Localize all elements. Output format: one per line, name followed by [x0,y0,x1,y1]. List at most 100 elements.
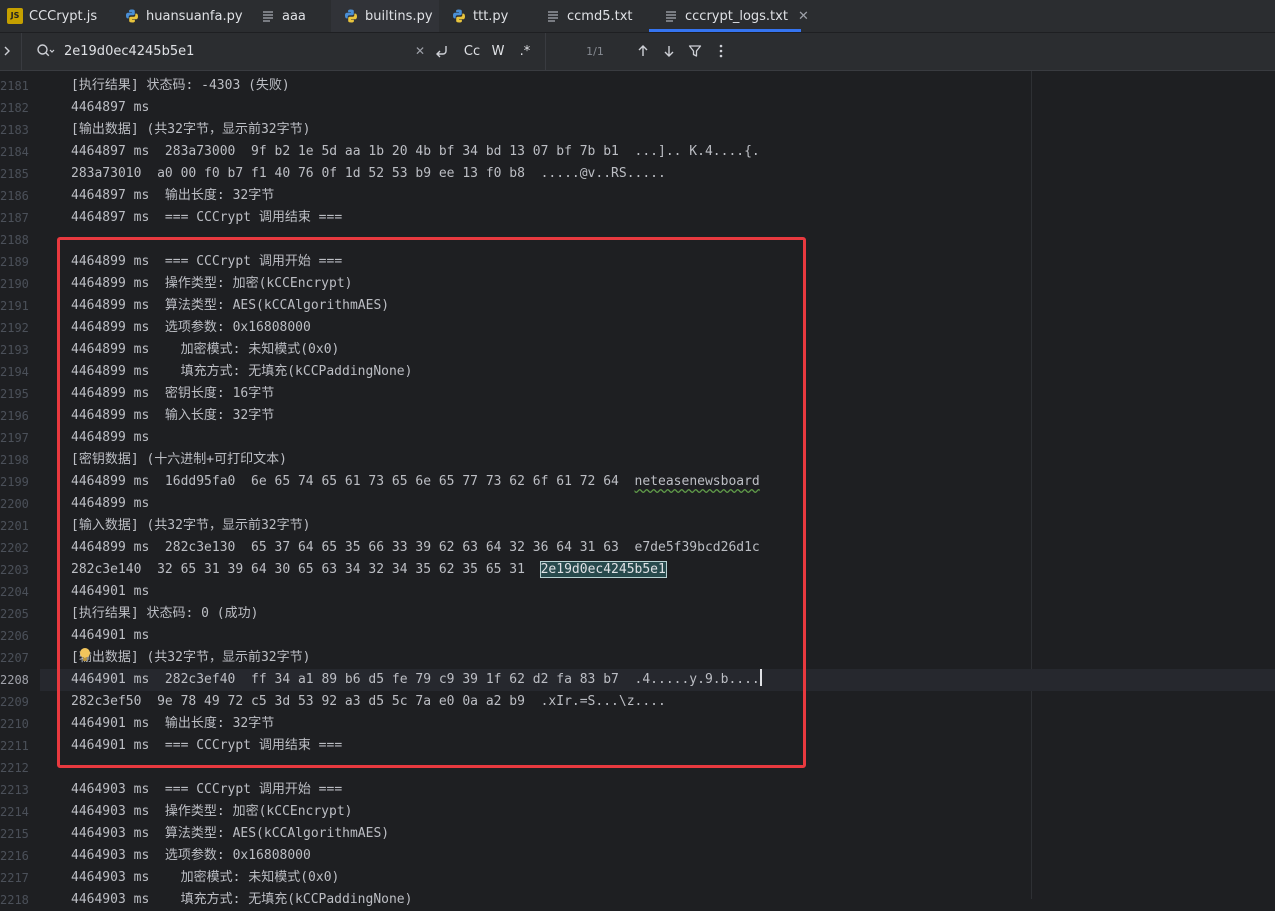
code-line[interactable]: 4464899 ms 加密模式: 未知模式(0x0) [71,339,339,361]
line-number[interactable]: 2215 [0,823,29,845]
line-number[interactable]: 2192 [0,317,29,339]
more-options-icon[interactable] [712,42,730,60]
code-line[interactable]: [密钥数据] (十六进制+可打印文本) [71,449,287,471]
code-line[interactable]: 4464901 ms === CCCrypt 调用结束 === [71,735,342,757]
tab-ttt-py[interactable]: ttt.py [439,0,533,32]
code-line[interactable]: 4464903 ms 填充方式: 无填充(kCCPaddingNone) [71,889,412,911]
line-number[interactable]: 2208 [0,669,29,691]
line-number[interactable]: 2198 [0,449,29,471]
line-number[interactable]: 2202 [0,537,29,559]
line-number[interactable]: 2188 [0,229,29,251]
line-number[interactable]: 2207 [0,647,29,669]
line-number[interactable]: 2211 [0,735,29,757]
tab-ccmd5-txt[interactable]: ccmd5.txt [533,0,649,32]
line-number[interactable]: 2204 [0,581,29,603]
line-number[interactable]: 2182 [0,97,29,119]
code-line[interactable]: 4464897 ms === CCCrypt 调用结束 === [71,207,342,229]
line-number[interactable]: 2210 [0,713,29,735]
code-line[interactable]: 4464899 ms [71,493,149,515]
line-number[interactable]: 2199 [0,471,29,493]
search-input[interactable] [64,41,394,61]
line-number[interactable]: 2213 [0,779,29,801]
lightbulb-icon[interactable] [80,648,90,661]
tab-cccrypt-logs-txt[interactable]: cccrypt_logs.txt ✕ [649,0,809,32]
code-line[interactable]: 4464901 ms [71,625,149,647]
line-number[interactable]: 2217 [0,867,29,889]
code-line[interactable]: [输出数据] (共32字节，显示前32字节) [71,119,310,141]
line-number[interactable]: 2206 [0,625,29,647]
search-icon[interactable] [36,42,56,60]
whole-words-toggle[interactable]: W [488,42,508,60]
line-number[interactable]: 2205 [0,603,29,625]
tab-aaa[interactable]: aaa [248,0,331,32]
code-line[interactable]: 4464899 ms 算法类型: AES(kCCAlgorithmAES) [71,295,389,317]
code-line[interactable]: [输入数据] (共32字节，显示前32字节) [71,515,310,537]
code-line[interactable]: 283a73010 a0 00 f0 b7 f1 40 76 0f 1d 52 … [71,163,666,185]
tab-huansuanfa-py[interactable]: huansuanfa.py [0,0,248,32]
line-number[interactable]: 2196 [0,405,29,427]
code-line[interactable]: 4464897 ms 283a73000 9f b2 1e 5d aa 1b 2… [71,141,760,163]
arrow-down-icon[interactable] [660,42,678,60]
code-line[interactable]: 4464901 ms 282c3ef40 ff 34 a1 89 b6 d5 f… [71,669,762,691]
code-line[interactable]: 4464897 ms 输出长度: 32字节 [71,185,274,207]
code-line[interactable]: 4464899 ms 密钥长度: 16字节 [71,383,274,405]
code-line[interactable]: 4464903 ms === CCCrypt 调用开始 === [71,779,342,801]
code-line[interactable]: 4464899 ms 输入长度: 32字节 [71,405,274,427]
chevron-right-icon[interactable] [0,42,14,60]
line-number[interactable]: 2181 [0,75,29,97]
line-number[interactable]: 2203 [0,559,29,581]
code-line-text: 4464899 ms [71,430,150,445]
line-number[interactable]: 2193 [0,339,29,361]
code-line[interactable]: 4464899 ms 282c3e130 65 37 64 65 35 66 3… [71,537,760,559]
line-number[interactable]: 2216 [0,845,29,867]
find-bar: ✕ Cc W .* 1/1 [0,33,1275,71]
code-line[interactable]: [执行结果] 状态码: 0 (成功) [71,603,258,625]
line-number[interactable]: 2209 [0,691,29,713]
line-number[interactable]: 2195 [0,383,29,405]
code-line[interactable]: 4464901 ms 输出长度: 32字节 [71,713,274,735]
line-number[interactable]: 2214 [0,801,29,823]
match-count: 1/1 [586,44,604,58]
code-line[interactable]: 4464897 ms [71,97,149,119]
multiline-toggle-icon[interactable] [433,42,451,60]
line-number[interactable]: 2194 [0,361,29,383]
code-line[interactable]: 4464901 ms [71,581,149,603]
line-number[interactable]: 2212 [0,757,29,779]
line-number[interactable]: 2200 [0,493,29,515]
code-line[interactable]: 4464899 ms 填充方式: 无填充(kCCPaddingNone) [71,361,412,383]
code-line[interactable]: 4464903 ms 算法类型: AES(kCCAlgorithmAES) [71,823,389,845]
tab-builtins-py[interactable]: builtins.py [331,0,439,32]
line-number[interactable]: 2185 [0,163,29,185]
line-number[interactable]: 2191 [0,295,29,317]
code-line[interactable]: [输出数据] (共32字节，显示前32字节) [71,647,310,669]
line-number[interactable]: 2186 [0,185,29,207]
filter-icon[interactable] [686,42,704,60]
line-number[interactable]: 2187 [0,207,29,229]
code-line[interactable]: 282c3e140 32 65 31 39 64 30 65 63 34 32 … [71,559,667,581]
line-number[interactable]: 2184 [0,141,29,163]
line-number[interactable]: 2183 [0,119,29,141]
code-line[interactable]: 4464899 ms 16dd95fa0 6e 65 74 65 61 73 6… [71,471,760,493]
code-line[interactable]: 4464903 ms 选项参数: 0x16808000 [71,845,311,867]
code-line[interactable]: [执行结果] 状态码: -4303 (失败) [71,75,290,97]
close-icon[interactable]: ✕ [798,9,809,24]
line-number[interactable]: 2190 [0,273,29,295]
line-number[interactable]: 2189 [0,251,29,273]
line-number[interactable]: 2218 [0,889,29,911]
code-line[interactable]: 4464903 ms 操作类型: 加密(kCCEncrypt) [71,801,353,823]
code-editor[interactable]: 2181 [执行结果] 状态码: -4303 (失败) 2182 4464897 ms… [0,71,1275,907]
line-number[interactable]: 2201 [0,515,29,537]
code-line[interactable]: 4464899 ms 选项参数: 0x16808000 [71,317,311,339]
code-line[interactable]: 4464899 ms 操作类型: 加密(kCCEncrypt) [71,273,353,295]
code-line-text: [执行结果] 状态码: -4303 (失败) [71,78,290,93]
match-case-toggle[interactable]: Cc [460,42,484,60]
code-line[interactable]: 4464903 ms 加密模式: 未知模式(0x0) [71,867,339,889]
code-line[interactable]: 4464899 ms === CCCrypt 调用开始 === [71,251,342,273]
clear-search-icon[interactable]: ✕ [412,43,428,59]
code-line-text: 4464901 ms 282c3ef40 ff 34 a1 89 b6 d5 f… [71,672,760,687]
line-number[interactable]: 2197 [0,427,29,449]
code-line[interactable]: 282c3ef50 9e 78 49 72 c5 3d 53 92 a3 d5 … [71,691,666,713]
code-line[interactable]: 4464899 ms [71,427,149,449]
arrow-up-icon[interactable] [634,42,652,60]
regex-toggle[interactable]: .* [514,42,536,60]
